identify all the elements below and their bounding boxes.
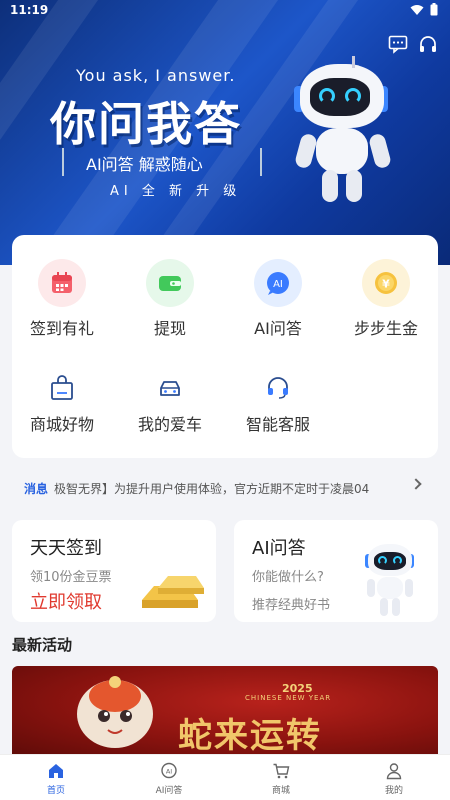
menu-item-ai-qa[interactable]: AI AI问答 [228, 259, 328, 339]
activity-banner[interactable]: 2025 CHINESE NEW YEAR 蛇来运转 [12, 666, 438, 756]
menu-item-checkin[interactable]: 签到有礼 [12, 259, 112, 339]
robot-illustration [362, 540, 418, 620]
notice-tag: 消息 [24, 481, 49, 496]
gold-bars-icon [142, 576, 204, 608]
section-title-latest-activities: 最新活动 [12, 636, 73, 654]
menu-item-car[interactable]: 我的爱车 [120, 373, 220, 435]
battery-icon [430, 3, 438, 16]
menu-item-service[interactable]: 智能客服 [228, 373, 328, 435]
hero-subtitle: AI问答 解惑随心 [86, 155, 203, 174]
nav-label: AI问答 [155, 786, 183, 796]
activity-subtitle: CHINESE NEW YEAR [245, 694, 332, 702]
menu-item-withdraw[interactable]: 提现 [120, 259, 220, 339]
bottom-navigation: 首页 AI AI问答 商城 我的 [0, 754, 450, 800]
nav-home[interactable]: 首页 [26, 761, 86, 796]
snake-mascot-icon [77, 676, 153, 748]
feature-menu-card: 签到有礼 提现 AI AI问答 ¥ 步步生金 商城好物 我的爱车 智能客服 [12, 235, 438, 458]
notice-bar[interactable]: 消息 极智无界】为提升用户使用体验，官方近期不定时于凌晨04 [12, 476, 438, 500]
system-icons [410, 3, 438, 16]
menu-item-mall[interactable]: 商城好物 [12, 373, 112, 435]
menu-item-label: 提现 [153, 319, 186, 338]
nav-mall[interactable]: 商城 [251, 761, 311, 796]
menu-item-label: AI问答 [254, 319, 302, 338]
ai-chat-icon: AI [254, 259, 302, 307]
svg-text:AI: AI [166, 768, 172, 776]
hero-slogan-en: You ask, I answer. [76, 66, 236, 85]
status-bar: 11:19 [0, 0, 450, 22]
ai-chat-icon: AI [159, 761, 179, 781]
withdraw-wallet-icon [146, 259, 194, 307]
menu-item-label: 我的爱车 [137, 415, 202, 434]
status-time: 11:19 [10, 3, 49, 17]
wifi-icon [410, 4, 424, 15]
nav-ai-qa[interactable]: AI AI问答 [139, 761, 199, 796]
ai-qa-card[interactable]: AI问答 你能做什么? 推荐经典好书 [234, 520, 438, 622]
notice-text: 极智无界】为提升用户使用体验，官方近期不定时于凌晨04 [54, 481, 370, 496]
claim-now-link[interactable]: 立即领取 [30, 588, 102, 614]
nav-mine[interactable]: 我的 [364, 761, 424, 796]
card-title: 天天签到 [30, 538, 102, 559]
headset-icon [263, 373, 293, 403]
hero-slogan-cn: 你问我答 [50, 97, 242, 151]
menu-item-gold[interactable]: ¥ 步步生金 [336, 259, 436, 339]
shopping-bag-icon [47, 373, 77, 403]
menu-item-label: 签到有礼 [29, 319, 94, 338]
robot-illustration [292, 56, 402, 206]
svg-text:¥: ¥ [382, 278, 390, 291]
card-subtitle: 领10份金豆票 [30, 570, 112, 585]
menu-item-label: 智能客服 [245, 415, 310, 434]
car-icon [155, 373, 185, 403]
message-icon[interactable] [388, 34, 408, 54]
card-suggestion: 推荐经典好书 [252, 598, 331, 613]
calendar-gift-icon [38, 259, 86, 307]
hero-upgrade-text: AI 全 新 升 级 [110, 184, 242, 199]
svg-text:AI: AI [273, 279, 283, 290]
user-icon [384, 761, 404, 781]
menu-item-label: 商城好物 [29, 415, 94, 434]
activity-title: 蛇来运转 [178, 716, 322, 756]
nav-label: 首页 [46, 786, 65, 796]
nav-label: 商城 [271, 786, 290, 796]
nav-label: 我的 [384, 786, 403, 796]
cart-icon [271, 761, 291, 781]
gold-coin-icon: ¥ [362, 259, 410, 307]
hero-banner[interactable]: You ask, I answer. 你问我答 AI问答 解惑随心 AI 全 新… [0, 0, 450, 265]
menu-item-label: 步步生金 [353, 319, 418, 338]
home-icon [46, 761, 66, 781]
card-question: 你能做什么? [252, 570, 324, 585]
card-title: AI问答 [252, 538, 306, 559]
daily-checkin-card[interactable]: 天天签到 领10份金豆票 立即领取 [12, 520, 216, 622]
headphones-icon[interactable] [418, 34, 438, 54]
